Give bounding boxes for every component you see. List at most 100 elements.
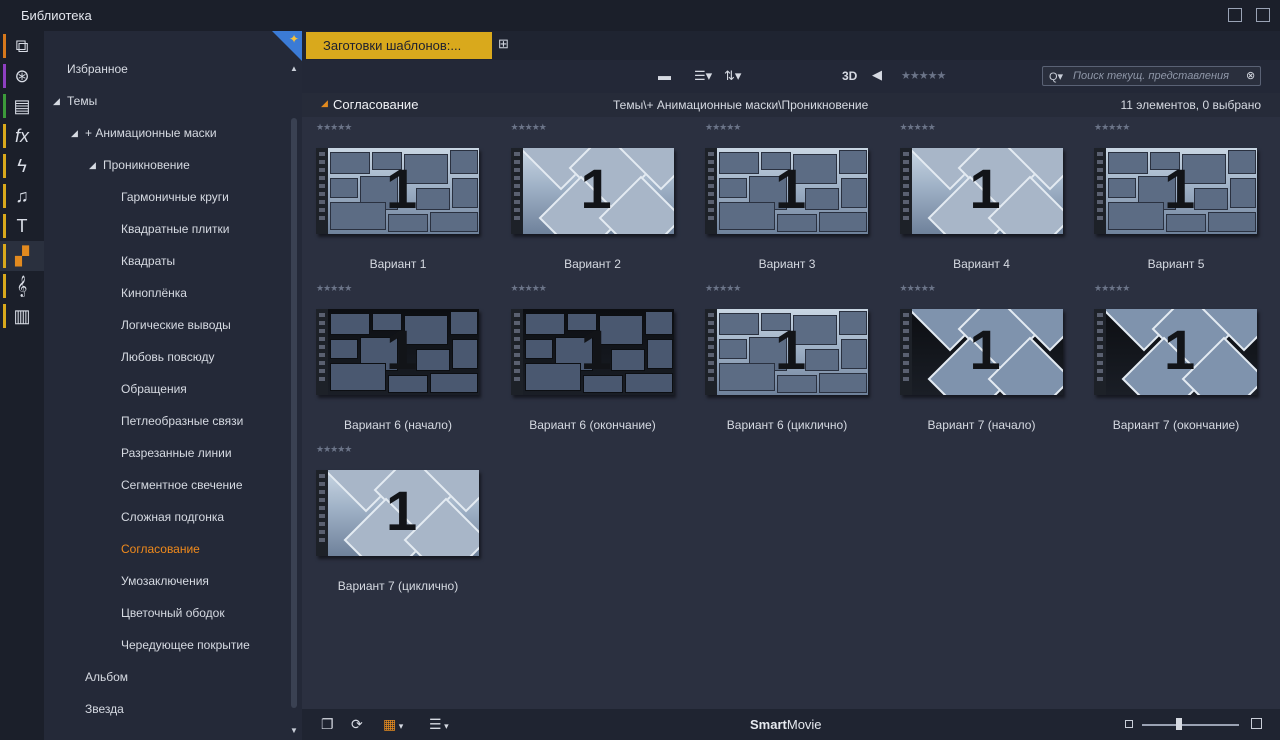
- item-rating-stars[interactable]: ★★★★★: [900, 122, 936, 133]
- tree-item[interactable]: Разрезанные линии: [121, 446, 232, 460]
- piano-icon[interactable]: ▥: [0, 301, 44, 331]
- tree-node-star[interactable]: Звезда: [85, 702, 124, 716]
- collapse-arrow-icon[interactable]: ◢: [89, 160, 96, 171]
- thumbnail-image[interactable]: 1: [316, 309, 479, 395]
- template-item[interactable]: ★★★★★ 1 Вариант 7 (окончание): [1082, 278, 1262, 438]
- tree-node-themes[interactable]: Темы: [67, 94, 97, 108]
- thumbnail-number: 1: [580, 318, 612, 381]
- item-rating-stars[interactable]: ★★★★★: [316, 444, 352, 455]
- item-rating-stars[interactable]: ★★★★★: [511, 122, 547, 133]
- popout-icon[interactable]: [1256, 8, 1270, 22]
- tree-item[interactable]: Квадраты: [121, 254, 175, 268]
- search-box[interactable]: Q▾ ⊗: [1042, 66, 1261, 86]
- template-item[interactable]: ★★★★★ 1 Вариант 6 (окончание): [499, 278, 679, 438]
- layers-icon[interactable]: ▤: [0, 91, 44, 121]
- thumbnail-image[interactable]: 1: [705, 309, 868, 395]
- template-item[interactable]: ★★★★★ 1 Вариант 7 (циклично): [304, 439, 484, 599]
- category-color-stripe: [3, 244, 6, 268]
- tree-item[interactable]: Киноплёнка: [121, 286, 187, 300]
- tree-node-favorites[interactable]: Избранное: [67, 62, 128, 76]
- details-view-icon[interactable]: ☰ ▾: [429, 716, 449, 733]
- item-rating-stars[interactable]: ★★★★★: [511, 283, 547, 294]
- music-note-icon[interactable]: ♫: [0, 181, 44, 211]
- thumbnail-image[interactable]: 1: [705, 148, 868, 234]
- item-rating-stars[interactable]: ★★★★★: [1094, 283, 1130, 294]
- tree-item[interactable]: Сегментное свечение: [121, 478, 243, 492]
- tree-scrollbar[interactable]: ▲ ▼: [289, 64, 299, 740]
- tree-item[interactable]: Сложная подгонка: [121, 510, 224, 524]
- template-item[interactable]: ★★★★★ 1 Вариант 4: [888, 117, 1068, 277]
- tab-templates[interactable]: Заготовки шаблонов:...: [306, 32, 492, 59]
- tree-node-anim-masks[interactable]: + Анимационные маски: [85, 126, 217, 140]
- thumbnail-image[interactable]: 1: [1094, 148, 1257, 234]
- fx-icon[interactable]: fx: [0, 121, 44, 151]
- film-reel-icon[interactable]: ⊛: [0, 61, 44, 91]
- item-rating-stars[interactable]: ★★★★★: [1094, 122, 1130, 133]
- search-icon[interactable]: Q▾: [1049, 70, 1063, 83]
- tree-node-penetration[interactable]: Проникновение: [103, 158, 190, 172]
- thumbnail-image[interactable]: 1: [316, 148, 479, 234]
- title-icon[interactable]: T: [0, 211, 44, 241]
- template-item[interactable]: ★★★★★ 1 Вариант 7 (начало): [888, 278, 1068, 438]
- tree-item[interactable]: Квадратные плитки: [121, 222, 229, 236]
- montage-icon[interactable]: ▞: [0, 241, 44, 271]
- thumbnail-zoom-slider[interactable]: [1125, 718, 1265, 732]
- clear-search-icon[interactable]: ⊗: [1246, 69, 1255, 82]
- thumbnail-image[interactable]: 1: [316, 470, 479, 556]
- scroll-up-icon[interactable]: ▲: [289, 64, 299, 73]
- template-item[interactable]: ★★★★★ 1 Вариант 6 (циклично): [693, 278, 873, 438]
- tree-item[interactable]: Согласование: [121, 542, 200, 556]
- item-rating-stars[interactable]: ★★★★★: [705, 283, 741, 294]
- scroll-thumb[interactable]: [291, 118, 297, 708]
- category-icon-bar: ⧉ ⊛ ▤ fx ϟ ♫ T ▞ 𝄞 ▥: [0, 31, 44, 740]
- folder-icon[interactable]: ▬: [658, 68, 671, 83]
- thumbnail-image[interactable]: 1: [510, 148, 674, 234]
- tree-item[interactable]: Логические выводы: [121, 318, 231, 332]
- tree-item[interactable]: Петлеобразные связи: [121, 414, 243, 428]
- thumbnail-image[interactable]: 1: [1094, 309, 1257, 395]
- collapse-arrow-icon[interactable]: ◢: [321, 98, 328, 109]
- tree-item[interactable]: Умозаключения: [121, 574, 209, 588]
- add-tab-icon[interactable]: ⊞: [498, 36, 509, 52]
- item-rating-stars[interactable]: ★★★★★: [316, 122, 352, 133]
- cube-icon[interactable]: ⧉: [0, 31, 44, 61]
- zoom-small-icon[interactable]: [1125, 720, 1133, 728]
- template-item[interactable]: ★★★★★ 1 Вариант 6 (начало): [304, 278, 484, 438]
- rating-filter[interactable]: ★★★★★: [901, 69, 946, 82]
- collapse-arrow-icon[interactable]: ◢: [53, 96, 60, 107]
- zoom-handle[interactable]: [1175, 718, 1182, 730]
- lightning-icon[interactable]: ϟ: [0, 151, 44, 181]
- tree-item[interactable]: Гармоничные круги: [121, 190, 229, 204]
- refresh-icon[interactable]: ⟳: [351, 716, 363, 733]
- smartmovie-button[interactable]: SmartMovie: [750, 717, 822, 732]
- treble-clef-icon[interactable]: 𝄞: [0, 271, 44, 301]
- sort-icon[interactable]: ⇅▾: [724, 68, 741, 84]
- pin-icon[interactable]: ✦: [289, 32, 299, 46]
- copy-icon[interactable]: ❐: [321, 716, 334, 733]
- item-rating-stars[interactable]: ★★★★★: [705, 122, 741, 133]
- grid-view-icon[interactable]: ▦ ▾: [383, 716, 403, 733]
- thumbnail-image[interactable]: 1: [899, 309, 1063, 395]
- tree-item[interactable]: Обращения: [121, 382, 187, 396]
- search-input[interactable]: [1073, 68, 1245, 84]
- restore-icon[interactable]: [1228, 8, 1242, 22]
- item-rating-stars[interactable]: ★★★★★: [900, 283, 936, 294]
- template-item[interactable]: ★★★★★ 1 Вариант 5: [1082, 117, 1262, 277]
- template-item[interactable]: ★★★★★ 1 Вариант 1: [304, 117, 484, 277]
- scroll-down-icon[interactable]: ▼: [289, 726, 299, 735]
- thumbnail-image[interactable]: 1: [510, 309, 674, 395]
- 3d-filter-button[interactable]: 3D: [842, 69, 857, 83]
- thumbnail-image[interactable]: 1: [899, 148, 1063, 234]
- tag-icon[interactable]: ◀: [872, 67, 882, 83]
- zoom-track[interactable]: [1142, 724, 1239, 726]
- tree-item[interactable]: Цветочный ободок: [121, 606, 225, 620]
- tree-item[interactable]: Чередующее покрытие: [121, 638, 250, 652]
- template-item[interactable]: ★★★★★ 1 Вариант 2: [499, 117, 679, 277]
- template-item[interactable]: ★★★★★ 1 Вариант 3: [693, 117, 873, 277]
- tree-node-album[interactable]: Альбом: [85, 670, 128, 684]
- zoom-large-icon[interactable]: [1251, 718, 1262, 729]
- item-rating-stars[interactable]: ★★★★★: [316, 283, 352, 294]
- collapse-arrow-icon[interactable]: ◢: [71, 128, 78, 139]
- list-view-icon[interactable]: ☰▾: [694, 68, 712, 84]
- tree-item[interactable]: Любовь повсюду: [121, 350, 215, 364]
